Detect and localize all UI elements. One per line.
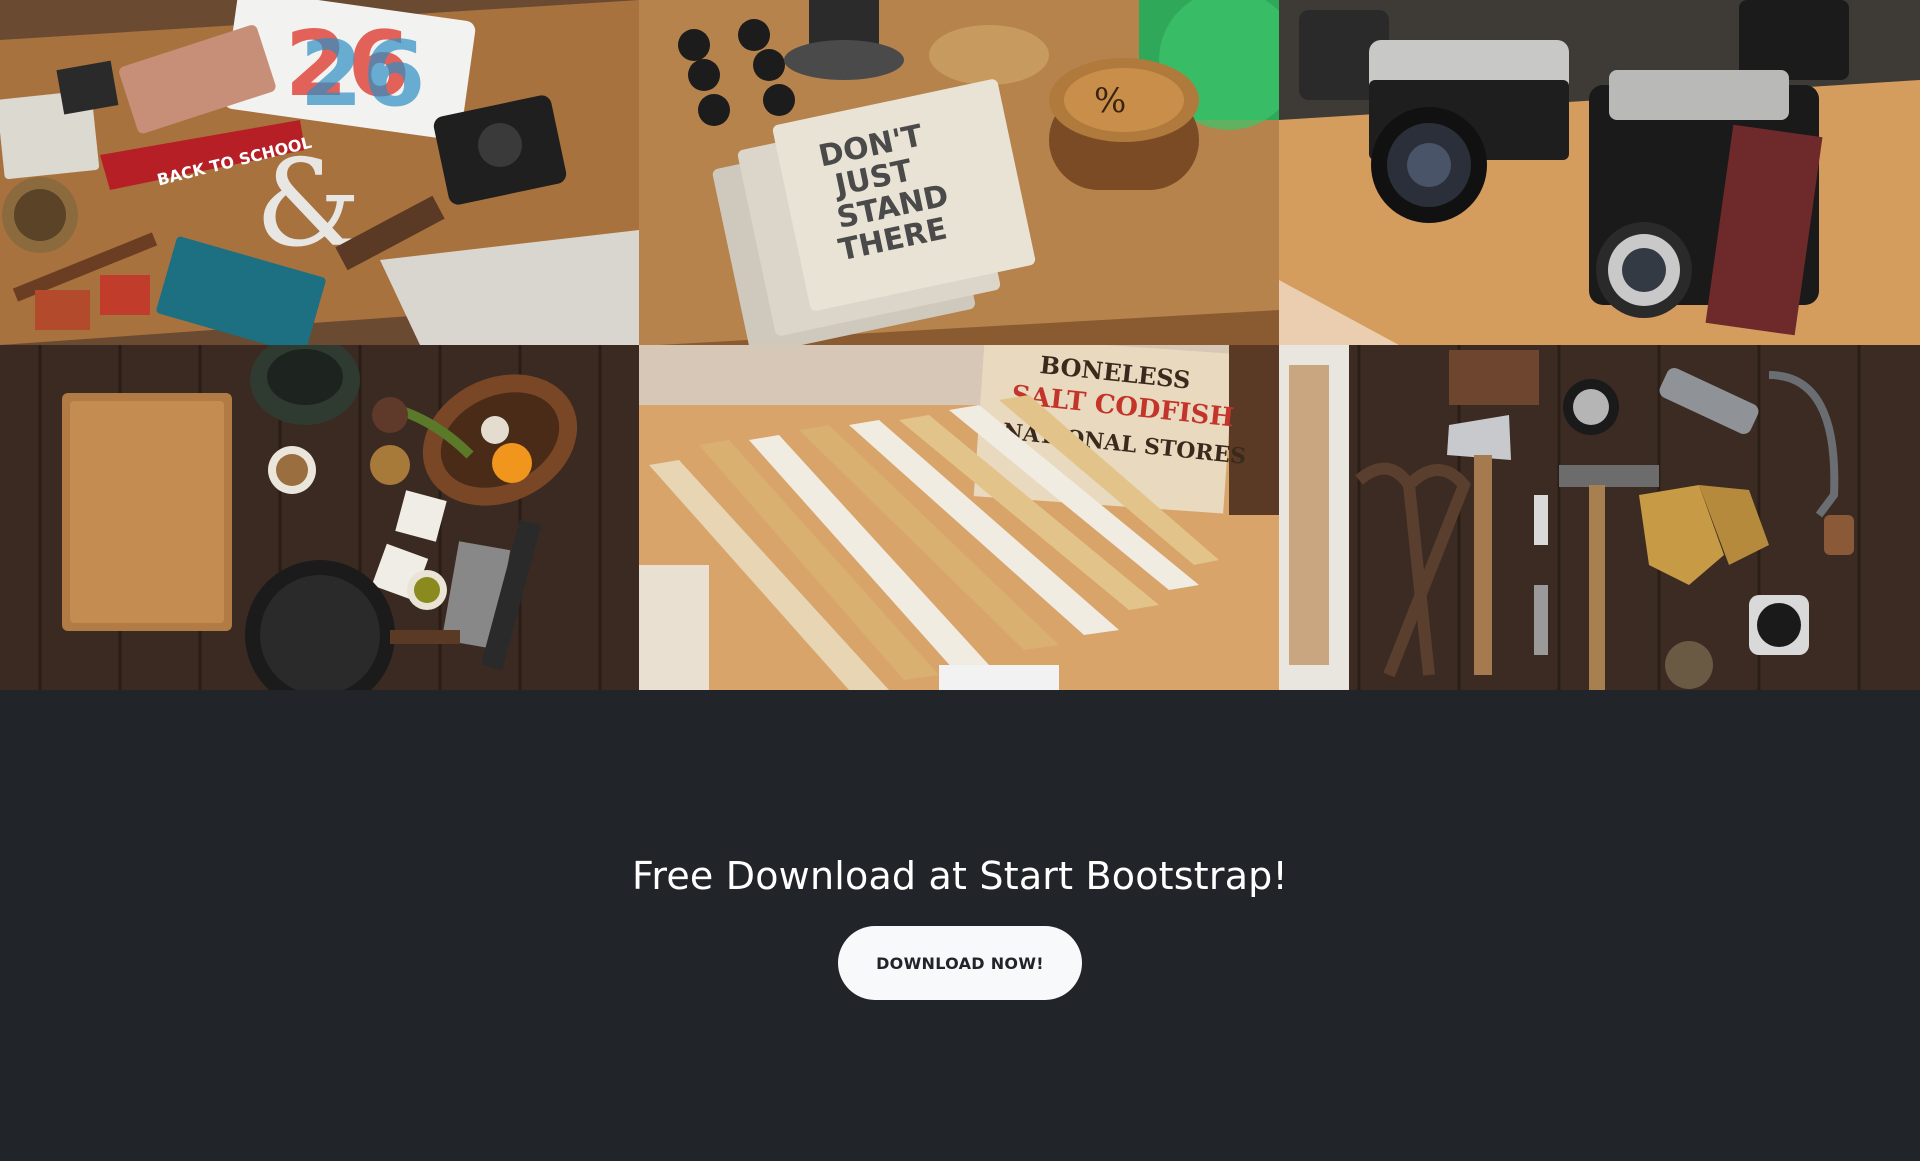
gallery-item-cameras[interactable] [1279, 0, 1920, 345]
desk-items-image: 26 26 BACK TO SCHOOL & [0, 0, 639, 345]
cameras-image [1279, 0, 1920, 345]
tools-image [1279, 345, 1920, 690]
gallery-item-rulers[interactable]: BONELESS SALT CODFISH NATIONAL STORES [639, 345, 1279, 690]
download-now-button[interactable]: DOWNLOAD NOW! [838, 926, 1082, 1000]
svg-text:26: 26 [300, 22, 425, 127]
kitchen-image [0, 345, 639, 690]
gallery-item-desk-items[interactable]: 26 26 BACK TO SCHOOL & [0, 0, 639, 345]
portfolio-gallery: 26 26 BACK TO SCHOOL & % DON'T JUST STAN… [0, 0, 1920, 690]
gallery-item-notebooks[interactable]: % DON'T JUST STAND THERE [639, 0, 1279, 345]
gallery-item-kitchen[interactable] [0, 345, 639, 690]
svg-text:%: % [1094, 81, 1126, 121]
gallery-item-tools[interactable] [1279, 345, 1920, 690]
notebooks-image: % DON'T JUST STAND THERE [639, 0, 1279, 345]
download-section: Free Download at Start Bootstrap! DOWNLO… [0, 690, 1920, 1161]
download-heading: Free Download at Start Bootstrap! [632, 854, 1288, 898]
rulers-image: BONELESS SALT CODFISH NATIONAL STORES [639, 345, 1279, 690]
